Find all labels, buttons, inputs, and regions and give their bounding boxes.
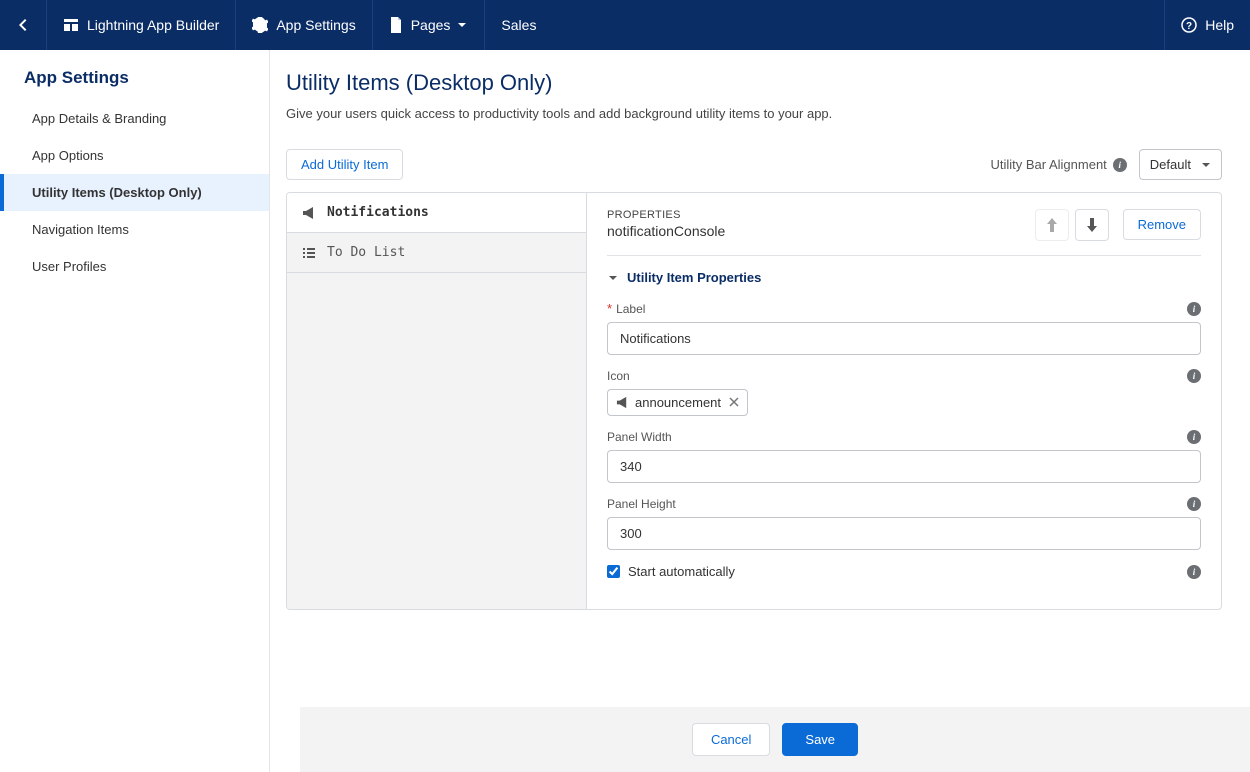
- save-button[interactable]: Save: [782, 723, 858, 756]
- main: Utility Items (Desktop Only) Give your u…: [270, 50, 1250, 772]
- page-title: Utility Items (Desktop Only): [286, 70, 1222, 96]
- start-automatically-checkbox[interactable]: [607, 565, 620, 578]
- nav-context[interactable]: Sales: [485, 0, 552, 50]
- nav-builder-label: Lightning App Builder: [87, 17, 219, 33]
- chevron-down-icon: [456, 19, 468, 31]
- alignment-label: Utility Bar Alignment: [990, 157, 1106, 172]
- arrow-down-icon: [1086, 218, 1098, 232]
- info-icon[interactable]: i: [1187, 369, 1201, 383]
- page-icon: [389, 17, 403, 33]
- info-icon[interactable]: i: [1113, 158, 1127, 172]
- divider: [607, 255, 1201, 256]
- properties-panel: PROPERTIES notificationConsole Remove: [587, 193, 1221, 609]
- sidebar-title: App Settings: [0, 68, 269, 100]
- topbar-spacer: [552, 0, 1164, 50]
- move-down-button[interactable]: [1075, 209, 1109, 241]
- utility-panel: Notifications To Do List PROPERTIES noti…: [286, 192, 1222, 610]
- sidebar-item-user-profiles[interactable]: User Profiles: [0, 248, 269, 285]
- page-description: Give your users quick access to producti…: [286, 106, 1222, 121]
- field-label-icon: Icon: [607, 369, 630, 383]
- back-arrow-icon: [15, 17, 31, 33]
- announcement-icon: [302, 206, 316, 220]
- utility-item-notifications[interactable]: Notifications: [287, 193, 586, 233]
- nav-app-settings[interactable]: App Settings: [236, 0, 372, 50]
- alignment-select[interactable]: Default: [1139, 149, 1222, 180]
- properties-component-name: notificationConsole: [607, 223, 1029, 239]
- builder-icon: [63, 17, 79, 33]
- gear-icon: [252, 17, 268, 33]
- utility-item-label: Notifications: [327, 205, 429, 220]
- nav-pages[interactable]: Pages: [373, 0, 486, 50]
- panel-height-input[interactable]: [607, 517, 1201, 550]
- move-up-button: [1035, 209, 1069, 241]
- svg-text:?: ?: [1186, 21, 1192, 32]
- back-button[interactable]: [0, 0, 47, 50]
- nav-settings-label: App Settings: [276, 17, 355, 33]
- checklist-icon: [302, 246, 316, 260]
- field-label-label: Label: [616, 302, 645, 316]
- start-automatically-label: Start automatically: [628, 564, 735, 579]
- section-toggle-utility-item-properties[interactable]: Utility Item Properties: [607, 270, 1201, 285]
- announcement-icon: [616, 396, 629, 409]
- close-icon: [729, 397, 739, 407]
- nav-lightning-app-builder[interactable]: Lightning App Builder: [47, 0, 236, 50]
- sidebar-item-app-details[interactable]: App Details & Branding: [0, 100, 269, 137]
- cancel-button[interactable]: Cancel: [692, 723, 770, 756]
- alignment-value: Default: [1150, 157, 1191, 172]
- info-icon[interactable]: i: [1187, 497, 1201, 511]
- footer-bar: Cancel Save: [300, 707, 1250, 772]
- sidebar-item-app-options[interactable]: App Options: [0, 137, 269, 174]
- info-icon[interactable]: i: [1187, 302, 1201, 316]
- nav-pages-label: Pages: [411, 17, 451, 33]
- top-navbar: Lightning App Builder App Settings Pages…: [0, 0, 1250, 50]
- add-utility-item-button[interactable]: Add Utility Item: [286, 149, 403, 180]
- sidebar-item-label: Utility Items (Desktop Only): [32, 185, 202, 200]
- icon-pill-label: announcement: [635, 395, 721, 410]
- sidebar-item-label: User Profiles: [32, 259, 106, 274]
- icon-clear-button[interactable]: [729, 395, 739, 410]
- help-button[interactable]: ? Help: [1164, 0, 1250, 50]
- field-label-panel-height: Panel Height: [607, 497, 676, 511]
- sidebar: App Settings App Details & Branding App …: [0, 50, 270, 772]
- icon-pill[interactable]: announcement: [607, 389, 748, 416]
- sidebar-item-utility-items[interactable]: Utility Items (Desktop Only): [0, 174, 269, 211]
- sidebar-item-label: App Options: [32, 148, 104, 163]
- info-icon[interactable]: i: [1187, 565, 1201, 579]
- arrow-up-icon: [1046, 218, 1058, 232]
- help-label: Help: [1205, 17, 1234, 33]
- info-icon[interactable]: i: [1187, 430, 1201, 444]
- field-label-panel-width: Panel Width: [607, 430, 672, 444]
- chevron-down-icon: [607, 272, 619, 284]
- remove-button[interactable]: Remove: [1123, 209, 1201, 240]
- nav-context-label: Sales: [501, 17, 536, 33]
- question-icon: ?: [1181, 17, 1197, 33]
- utility-item-list: Notifications To Do List: [287, 193, 587, 609]
- utility-item-todo[interactable]: To Do List: [287, 233, 586, 273]
- sidebar-item-label: Navigation Items: [32, 222, 129, 237]
- properties-heading: PROPERTIES: [607, 209, 1029, 221]
- utility-item-label: To Do List: [327, 245, 405, 260]
- sidebar-item-label: App Details & Branding: [32, 111, 166, 126]
- toolbar-row: Add Utility Item Utility Bar Alignment i…: [286, 149, 1222, 180]
- sidebar-item-navigation-items[interactable]: Navigation Items: [0, 211, 269, 248]
- panel-width-input[interactable]: [607, 450, 1201, 483]
- caret-down-icon: [1201, 160, 1211, 170]
- section-title: Utility Item Properties: [627, 270, 761, 285]
- required-indicator: *: [607, 301, 612, 316]
- label-input[interactable]: [607, 322, 1201, 355]
